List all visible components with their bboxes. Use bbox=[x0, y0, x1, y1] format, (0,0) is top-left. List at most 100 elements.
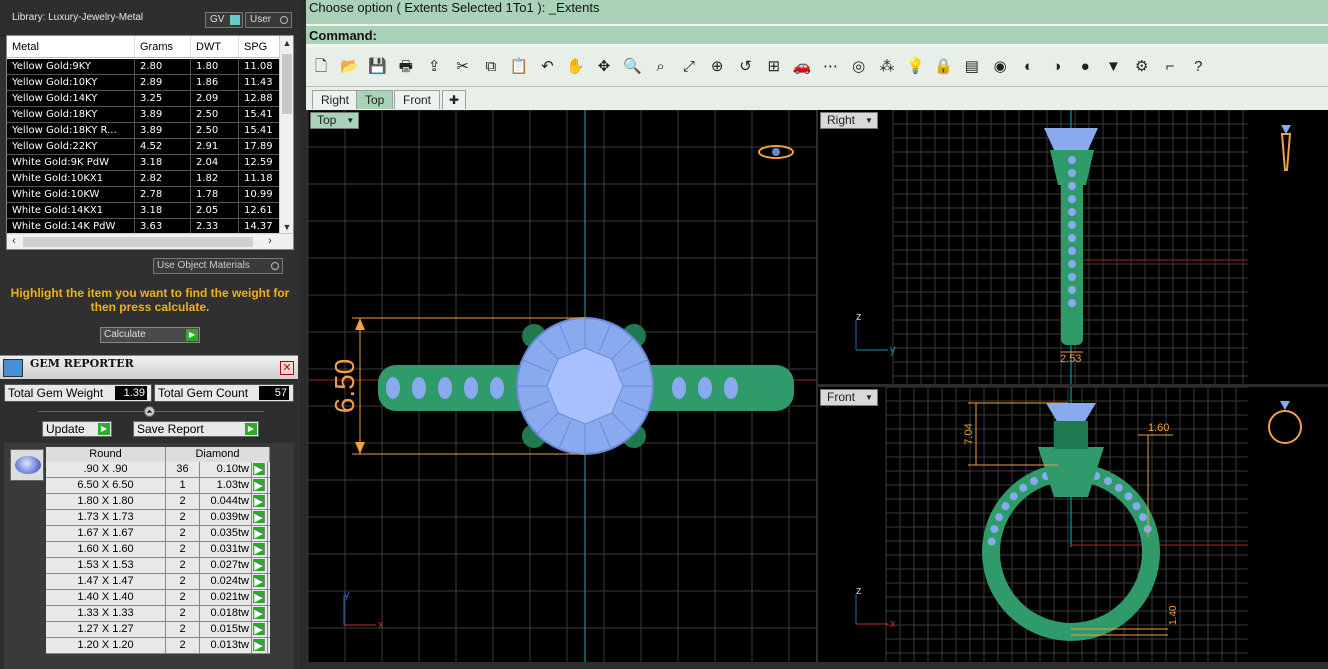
new-file-icon[interactable]: 🗋 bbox=[310, 56, 332, 78]
select-gem-button[interactable]: ▶ bbox=[252, 638, 268, 653]
gem-row[interactable]: 1.27 X 1.27 2 0.015tw ▶ bbox=[46, 622, 270, 638]
gem-row[interactable]: 1.20 X 1.20 2 0.013tw ▶ bbox=[46, 638, 270, 654]
viewport-label-front[interactable]: Front ▼ bbox=[820, 389, 879, 406]
cut-icon[interactable]: ✂ bbox=[452, 56, 474, 78]
help-icon[interactable]: ? bbox=[1187, 56, 1209, 78]
zoom-window-icon[interactable]: ⌕ bbox=[650, 56, 672, 78]
metal-header-spg[interactable]: SPG bbox=[239, 36, 281, 57]
scroll-up-icon[interactable]: ▲ bbox=[280, 36, 293, 50]
splitter-handle-icon[interactable]: ⏶ bbox=[144, 406, 155, 417]
metal-horizontal-scrollbar[interactable]: ‹ › bbox=[7, 233, 293, 249]
select-gem-button[interactable]: ▶ bbox=[252, 526, 268, 541]
metal-header-dwt[interactable]: DWT bbox=[191, 36, 239, 57]
table-row[interactable]: White Gold:9K PdW 3.18 2.04 12.59 bbox=[7, 155, 281, 171]
select-gem-button[interactable]: ▶ bbox=[252, 510, 268, 525]
add-tab-icon[interactable]: ✚ bbox=[442, 90, 467, 109]
scroll-thumb[interactable] bbox=[282, 54, 292, 114]
viewport-top[interactable]: 6.50 x y Top ▼ bbox=[308, 110, 816, 662]
sphere-render-icon[interactable]: ◑ bbox=[1046, 56, 1068, 78]
table-row[interactable]: Yellow Gold:10KY 2.89 1.86 11.43 bbox=[7, 75, 281, 91]
select-gem-button[interactable]: ▶ bbox=[252, 558, 268, 573]
tab-top[interactable]: Top bbox=[356, 90, 394, 109]
user-toggle[interactable]: User bbox=[245, 12, 292, 28]
gem-cell: 1.47 X 1.47 bbox=[46, 574, 166, 589]
table-row[interactable]: White Gold:10KW 2.78 1.78 10.99 bbox=[7, 187, 281, 203]
gear-icon[interactable]: ⚙ bbox=[1131, 56, 1153, 78]
pan-hand-icon[interactable]: ✋ bbox=[565, 56, 587, 78]
metal-vertical-scrollbar[interactable]: ▲ ▼ bbox=[279, 36, 293, 234]
viewport-right[interactable]: 2.53 y z Right ▼ bbox=[818, 110, 1328, 384]
gem-row[interactable]: 1.80 X 1.80 2 0.044tw ▶ bbox=[46, 494, 270, 510]
use-object-materials-option[interactable]: Use Object Materials bbox=[153, 258, 283, 274]
metal-header-metal[interactable]: Metal bbox=[7, 36, 135, 57]
viewport-label-right[interactable]: Right ▼ bbox=[820, 112, 879, 129]
metal-header-grams[interactable]: Grams bbox=[135, 36, 191, 57]
open-folder-icon[interactable]: 📂 bbox=[338, 56, 360, 78]
tab-front[interactable]: Front bbox=[394, 90, 441, 109]
gv-toggle[interactable]: GV bbox=[205, 12, 243, 28]
circle-icon[interactable]: ◎ bbox=[848, 56, 870, 78]
print-icon[interactable]: 🖶 bbox=[395, 56, 417, 78]
select-gem-button[interactable]: ▶ bbox=[252, 590, 268, 605]
paste-icon[interactable]: 📋 bbox=[508, 56, 530, 78]
gem-row[interactable]: 1.40 X 1.40 2 0.021tw ▶ bbox=[46, 590, 270, 606]
gem-row[interactable]: 1.33 X 1.33 2 0.018tw ▶ bbox=[46, 606, 270, 622]
snap-icon[interactable]: ⋯ bbox=[819, 56, 841, 78]
ring-orientation-icon bbox=[1281, 125, 1291, 134]
viewport-front[interactable]: 7.04 1.60 1.40 x z Front ▼ bbox=[818, 387, 1328, 662]
gem-row[interactable]: .90 X .90 36 0.10tw ▶ bbox=[46, 462, 270, 478]
zoom-extents-icon[interactable]: ⤢ bbox=[678, 56, 700, 78]
scroll-right-icon[interactable]: › bbox=[263, 234, 277, 249]
gem-row[interactable]: 1.73 X 1.73 2 0.039tw ▶ bbox=[46, 510, 270, 526]
copy-icon[interactable]: ⧉ bbox=[480, 56, 502, 78]
calculate-button[interactable]: Calculate ▶ bbox=[100, 327, 200, 343]
gem-row[interactable]: 1.53 X 1.53 2 0.027tw ▶ bbox=[46, 558, 270, 574]
table-row[interactable]: Yellow Gold:22KY 4.52 2.91 17.89 bbox=[7, 139, 281, 155]
gem-row[interactable]: 1.60 X 1.60 2 0.031tw ▶ bbox=[46, 542, 270, 558]
table-row[interactable]: White Gold:10KX1 2.82 1.82 11.18 bbox=[7, 171, 281, 187]
undo-icon[interactable]: ↶ bbox=[536, 56, 558, 78]
table-row[interactable]: White Gold:14KX1 3.18 2.05 12.61 bbox=[7, 203, 281, 219]
four-viewports-icon[interactable]: ⊞ bbox=[763, 56, 785, 78]
update-button[interactable]: Update ▶ bbox=[42, 421, 112, 437]
select-gem-button[interactable]: ▶ bbox=[252, 462, 268, 477]
table-row[interactable]: Yellow Gold:9KY 2.80 1.80 11.08 bbox=[7, 59, 281, 75]
shade-icon[interactable]: ◐ bbox=[1018, 56, 1040, 78]
import-icon[interactable]: ⇪ bbox=[423, 56, 445, 78]
color-wheel-icon[interactable]: ◉ bbox=[989, 56, 1011, 78]
undo-view-icon[interactable]: ↺ bbox=[735, 56, 757, 78]
table-row[interactable]: Yellow Gold:14KY 3.25 2.09 12.88 bbox=[7, 91, 281, 107]
zoom-selected-icon[interactable]: ⊕ bbox=[706, 56, 728, 78]
render-icon[interactable]: ● bbox=[1074, 56, 1096, 78]
light-icon[interactable]: 💡 bbox=[904, 56, 926, 78]
close-icon[interactable]: ✕ bbox=[280, 361, 294, 375]
save-icon[interactable]: 💾 bbox=[367, 56, 389, 78]
command-prompt[interactable]: Command: bbox=[309, 28, 377, 43]
zoom-icon[interactable]: 🔍 bbox=[621, 56, 643, 78]
select-gem-button[interactable]: ▶ bbox=[252, 606, 268, 621]
svg-text:x: x bbox=[890, 618, 896, 630]
scroll-down-icon[interactable]: ▼ bbox=[280, 220, 293, 234]
select-gem-button[interactable]: ▶ bbox=[252, 622, 268, 637]
table-row[interactable]: Yellow Gold:18KY 3.89 2.50 15.41 bbox=[7, 107, 281, 123]
save-report-button[interactable]: Save Report ▶ bbox=[133, 421, 259, 437]
viewport-label-top[interactable]: Top ▼ bbox=[310, 112, 360, 129]
tab-right[interactable]: Right bbox=[312, 90, 359, 109]
select-gem-button[interactable]: ▶ bbox=[252, 542, 268, 557]
points-icon[interactable]: ⁂ bbox=[876, 56, 898, 78]
car-icon[interactable]: 🚗 bbox=[791, 56, 813, 78]
lock-icon[interactable]: 🔒 bbox=[933, 56, 955, 78]
layer-icon[interactable]: ▤ bbox=[961, 56, 983, 78]
select-gem-button[interactable]: ▶ bbox=[252, 574, 268, 589]
spotlight-icon[interactable]: ▼ bbox=[1102, 56, 1124, 78]
scroll-thumb[interactable] bbox=[23, 237, 253, 247]
select-gem-button[interactable]: ▶ bbox=[252, 494, 268, 509]
scroll-left-icon[interactable]: ‹ bbox=[7, 234, 21, 249]
dimension-icon[interactable]: ⌐ bbox=[1159, 56, 1181, 78]
rotate-view-icon[interactable]: ✥ bbox=[593, 56, 615, 78]
gem-row[interactable]: 1.47 X 1.47 2 0.024tw ▶ bbox=[46, 574, 270, 590]
gem-row[interactable]: 6.50 X 6.50 1 1.03tw ▶ bbox=[46, 478, 270, 494]
gem-row[interactable]: 1.67 X 1.67 2 0.035tw ▶ bbox=[46, 526, 270, 542]
select-gem-button[interactable]: ▶ bbox=[252, 478, 268, 493]
table-row[interactable]: Yellow Gold:18KY R... 3.89 2.50 15.41 bbox=[7, 123, 281, 139]
